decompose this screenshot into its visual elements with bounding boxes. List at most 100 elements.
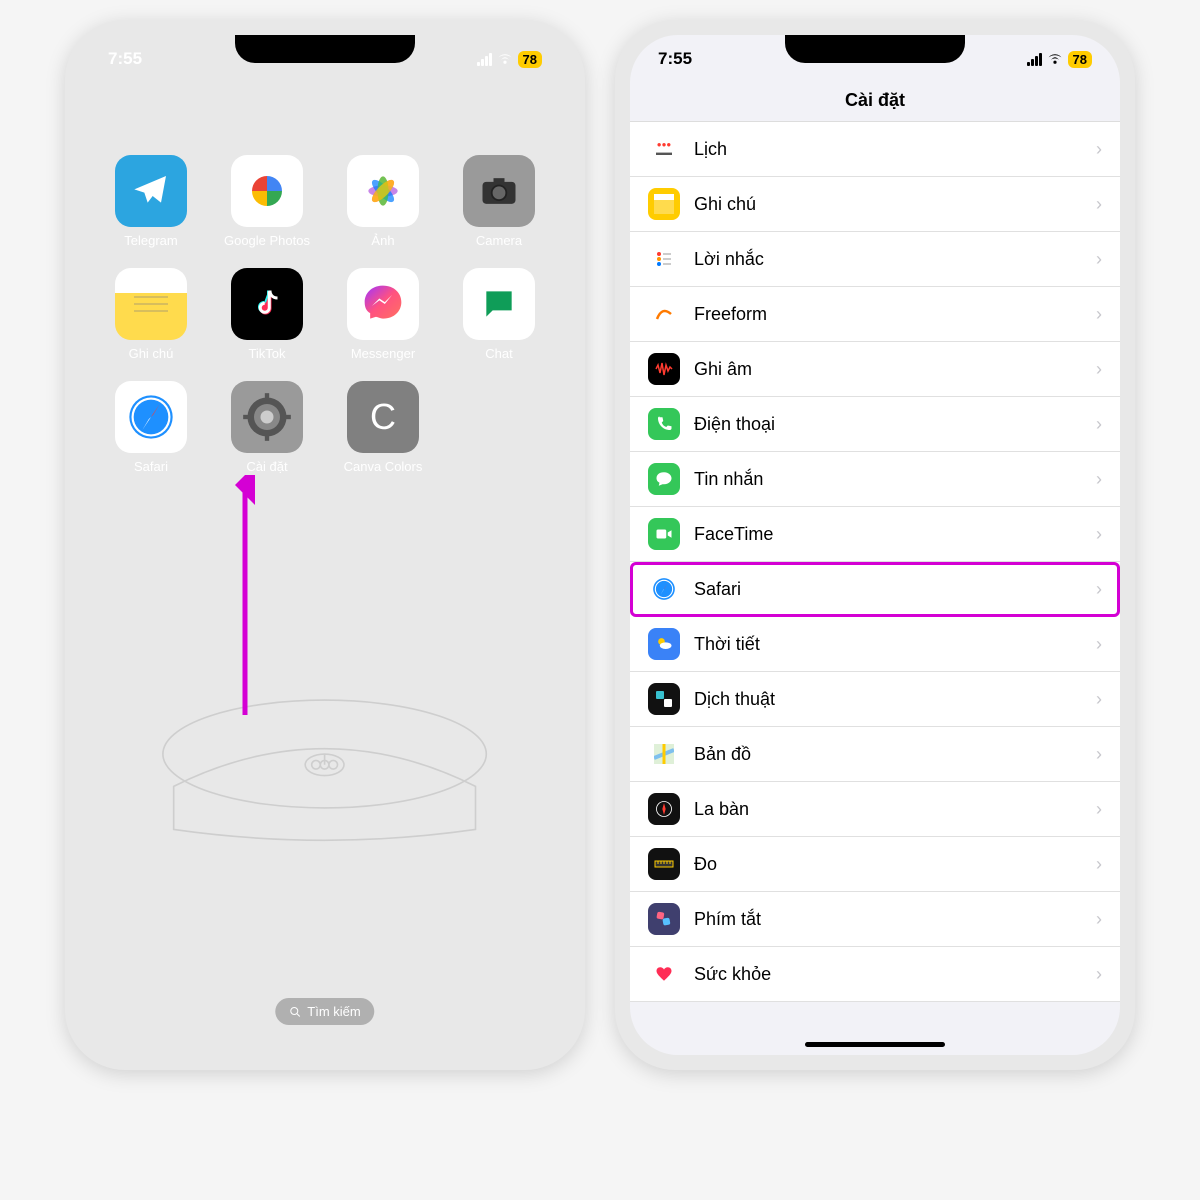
chevron-right-icon: ›	[1096, 579, 1102, 600]
status-time: 7:55	[108, 49, 142, 69]
app-label: Safari	[134, 459, 168, 474]
signal-icon	[1027, 53, 1042, 66]
phone-right: 7:55 78 Cài đặt ●●●▬▬Lịch›Ghi chú›Lời nh…	[615, 20, 1135, 1070]
row-label: FaceTime	[694, 524, 1082, 545]
chevron-right-icon: ›	[1096, 414, 1102, 435]
safari-icon	[648, 573, 680, 605]
settings-row-safari[interactable]: Safari ›	[630, 562, 1120, 617]
app-label: Ảnh	[371, 233, 394, 248]
row-label: Dịch thuật	[694, 689, 1082, 710]
health-icon	[648, 958, 680, 990]
chevron-right-icon: ›	[1096, 964, 1102, 985]
search-pill[interactable]: Tìm kiếm	[275, 998, 374, 1025]
notes-icon	[648, 188, 680, 220]
settings-row-notes[interactable]: Ghi chú›	[630, 177, 1120, 232]
notch	[785, 35, 965, 63]
app-safari[interactable]: Safari	[98, 381, 204, 474]
app-label: Camera	[476, 233, 522, 248]
chevron-right-icon: ›	[1096, 249, 1102, 270]
chevron-right-icon: ›	[1096, 854, 1102, 875]
app-photos[interactable]: Ảnh	[330, 155, 436, 248]
wifi-icon	[1047, 53, 1063, 65]
maps-icon	[648, 738, 680, 770]
app-telegram[interactable]: Telegram	[98, 155, 204, 248]
row-label: Đo	[694, 854, 1082, 875]
wifi-icon	[497, 53, 513, 65]
search-label: Tìm kiếm	[307, 1004, 360, 1019]
home-screen: 7:55 78 Telegram Google Photos Ảnh Camer…	[80, 35, 570, 1055]
app-label: Google Photos	[224, 233, 310, 248]
settings-row-calendar[interactable]: ●●●▬▬Lịch›	[630, 122, 1120, 177]
chevron-right-icon: ›	[1096, 909, 1102, 930]
telegram-icon	[115, 155, 187, 227]
photos-icon	[347, 155, 419, 227]
wallpaper-car	[80, 615, 570, 915]
row-label: Ghi âm	[694, 359, 1082, 380]
settings-row-voicememo[interactable]: Ghi âm›	[630, 342, 1120, 397]
chevron-right-icon: ›	[1096, 689, 1102, 710]
app-settings[interactable]: Cài đặt	[214, 381, 320, 474]
app-label: Messenger	[351, 346, 415, 361]
settings-row-compass[interactable]: La bàn›	[630, 782, 1120, 837]
chevron-right-icon: ›	[1096, 744, 1102, 765]
home-indicator[interactable]	[805, 1042, 945, 1047]
safari-icon	[115, 381, 187, 453]
settings-row-freeform[interactable]: Freeform›	[630, 287, 1120, 342]
row-label: Sức khỏe	[694, 964, 1082, 985]
app-label: Ghi chú	[129, 346, 174, 361]
app-label: TikTok	[248, 346, 285, 361]
chevron-right-icon: ›	[1096, 634, 1102, 655]
notes-icon	[115, 268, 187, 340]
settings-screen: 7:55 78 Cài đặt ●●●▬▬Lịch›Ghi chú›Lời nh…	[630, 35, 1120, 1055]
calendar-icon: ●●●▬▬	[648, 133, 680, 165]
facetime-icon	[648, 518, 680, 550]
settings-row-reminders[interactable]: Lời nhắc ›	[630, 232, 1120, 287]
phone-left: 7:55 78 Telegram Google Photos Ảnh Camer…	[65, 20, 585, 1070]
canva-icon: C	[347, 381, 419, 453]
row-label: Phím tắt	[694, 909, 1082, 930]
app-google-photos[interactable]: Google Photos	[214, 155, 320, 248]
settings-list[interactable]: ●●●▬▬Lịch›Ghi chú›Lời nhắc›Freeform›Ghi …	[630, 122, 1120, 1002]
app-label: Cài đặt	[246, 459, 287, 474]
signal-icon	[477, 53, 492, 66]
app-messenger[interactable]: Messenger	[330, 268, 436, 361]
battery-badge: 78	[518, 51, 542, 68]
settings-row-messages[interactable]: Tin nhắn›	[630, 452, 1120, 507]
search-icon	[289, 1006, 301, 1018]
settings-row-translate[interactable]: Dịch thuật ›	[630, 672, 1120, 727]
camera-icon	[463, 155, 535, 227]
app-chat[interactable]: Chat	[446, 268, 552, 361]
settings-row-phone[interactable]: Điện thoại ›	[630, 397, 1120, 452]
app-camera[interactable]: Camera	[446, 155, 552, 248]
phone-icon	[648, 408, 680, 440]
messenger-icon	[347, 268, 419, 340]
app-tiktok[interactable]: TikTok	[214, 268, 320, 361]
annotation-arrow	[235, 475, 255, 715]
settings-row-weather[interactable]: Thời tiết›	[630, 617, 1120, 672]
app-notes[interactable]: Ghi chú	[98, 268, 204, 361]
settings-row-shortcuts[interactable]: Phím tắt ›	[630, 892, 1120, 947]
settings-row-health[interactable]: Sức khỏe ›	[630, 947, 1120, 1002]
tiktok-icon	[231, 268, 303, 340]
settings-icon	[231, 381, 303, 453]
row-label: Ghi chú	[694, 194, 1082, 215]
gphotos-icon	[231, 155, 303, 227]
settings-row-facetime[interactable]: FaceTime ›	[630, 507, 1120, 562]
app-canva[interactable]: CCanva Colors	[330, 381, 436, 474]
row-label: La bàn	[694, 799, 1082, 820]
row-label: Safari	[694, 579, 1082, 600]
chevron-right-icon: ›	[1096, 524, 1102, 545]
status-time: 7:55	[658, 49, 692, 69]
row-label: Điện thoại	[694, 414, 1082, 435]
settings-row-measure[interactable]: Đo ›	[630, 837, 1120, 892]
reminders-icon	[648, 243, 680, 275]
settings-row-maps[interactable]: Bản đồ›	[630, 727, 1120, 782]
measure-icon	[648, 848, 680, 880]
notch	[235, 35, 415, 63]
battery-badge: 78	[1068, 51, 1092, 68]
messages-icon	[648, 463, 680, 495]
row-label: Lời nhắc	[694, 249, 1082, 270]
app-label: Chat	[485, 346, 512, 361]
chat-icon	[463, 268, 535, 340]
row-label: Tin nhắn	[694, 469, 1082, 490]
